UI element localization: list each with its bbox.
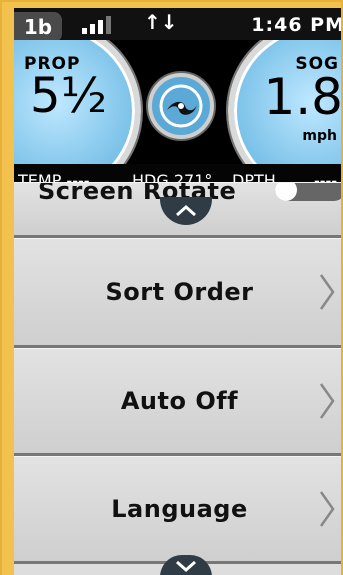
list-item-language[interactable]: Language	[14, 456, 341, 564]
app-badge: 1b	[14, 12, 62, 42]
propeller-button[interactable]	[148, 73, 214, 139]
settings-list: Screen Rotate Sort Order Auto Off Langua…	[14, 182, 341, 575]
gauge-panel: PROP 5½ SOG 1.8 mph	[14, 40, 343, 164]
status-bar: 1b ↑↓ 1:46 PM	[14, 8, 343, 42]
phone-screen: 1b ↑↓ 1:46 PM PROP 5½ SOG 1.8 mph TEMP -…	[14, 8, 343, 575]
list-item-sort-order[interactable]: Sort Order	[14, 238, 341, 348]
propeller-icon	[159, 84, 203, 128]
prop-gauge-value: 5½	[30, 68, 108, 124]
list-item-label: Sort Order	[105, 278, 254, 306]
chevron-right-icon	[319, 491, 335, 527]
status-time: 1:46 PM	[251, 14, 343, 36]
list-item-label: Language	[111, 495, 248, 523]
screen-rotate-toggle[interactable]	[275, 183, 341, 201]
data-transfer-icon: ↑↓	[144, 10, 178, 34]
sog-gauge-unit: mph	[302, 128, 337, 144]
device-frame: 1b ↑↓ 1:46 PM PROP 5½ SOG 1.8 mph TEMP -…	[0, 0, 343, 575]
chevron-down-icon	[176, 560, 196, 573]
list-item-label: Auto Off	[120, 387, 239, 415]
chevron-right-icon	[319, 383, 335, 419]
sog-gauge-value: 1.8	[263, 68, 343, 126]
toggle-knob	[275, 183, 297, 201]
chevron-right-icon	[319, 274, 335, 310]
chevron-up-icon	[176, 204, 196, 217]
list-item-auto-off[interactable]: Auto Off	[14, 348, 341, 456]
signal-bars-icon	[82, 16, 122, 34]
